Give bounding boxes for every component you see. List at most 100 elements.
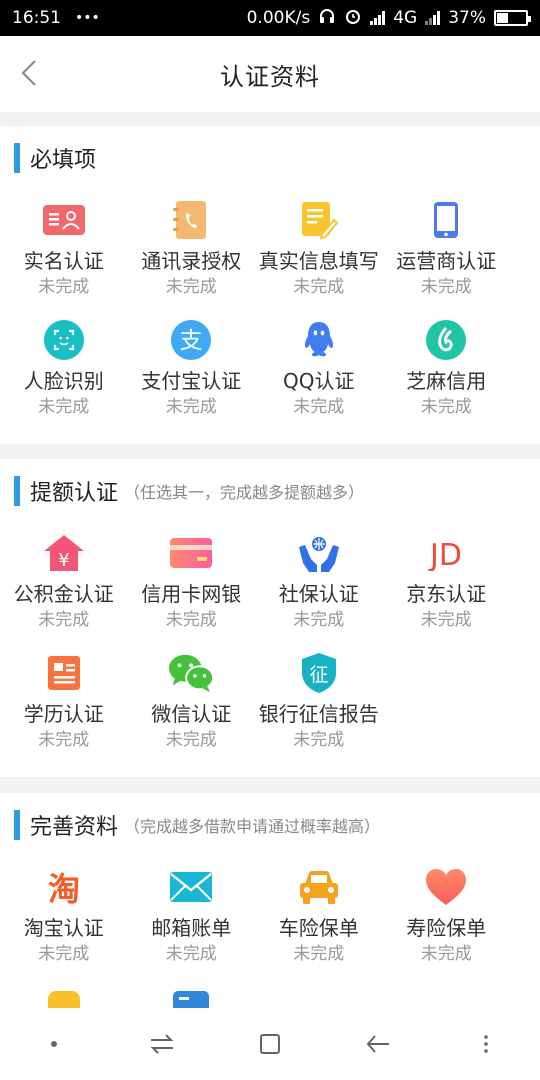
item-education[interactable]: 学历认证 未完成	[0, 643, 128, 763]
item-qq[interactable]: QQ认证 未完成	[255, 310, 383, 430]
item-partial-2[interactable]	[128, 977, 256, 1008]
square-icon	[260, 1034, 280, 1054]
chevron-left-icon	[21, 60, 36, 86]
switch-apps-button[interactable]	[132, 1014, 192, 1074]
item-status: 未完成	[38, 610, 90, 630]
section-accent-bar	[14, 810, 20, 840]
required-section: 必填项 实名认证 未完成 通讯录授权 未完成 真实信息填写 未完成 运营商认证 …	[0, 126, 540, 444]
svg-text:征: 征	[309, 664, 328, 686]
mobile-phone-icon	[422, 196, 470, 244]
nav-dot-button[interactable]	[24, 1014, 84, 1074]
network-speed: 0.00K/s	[246, 8, 311, 28]
item-status: 未完成	[38, 730, 90, 750]
item-label: 芝麻信用	[406, 369, 487, 393]
item-label: 银行征信报告	[258, 702, 379, 726]
svg-text:JD: JD	[428, 538, 462, 571]
item-status: 未完成	[165, 610, 217, 630]
battery-icon	[494, 10, 531, 26]
svg-text:支: 支	[180, 328, 203, 354]
item-taobao[interactable]: 淘 淘宝认证 未完成	[0, 857, 128, 977]
sesame-credit-icon	[422, 316, 470, 364]
edit-form-icon	[295, 196, 343, 244]
section-accent-bar	[14, 476, 20, 506]
headset-icon	[318, 7, 336, 30]
improve-section: 完善资料 （完成越多借款申请通过概率越高） 淘 淘宝认证 未完成 邮箱账单 未完…	[0, 793, 540, 1008]
section-subtitle: （完成越多借款申请通过概率越高）	[124, 817, 381, 836]
item-label: 人脸识别	[23, 369, 104, 393]
item-label: 淘宝认证	[23, 916, 104, 940]
item-status: 未完成	[420, 610, 472, 630]
item-life-insurance[interactable]: 寿险保单 未完成	[383, 857, 511, 977]
boost-section: 提额认证 （任选其一，完成越多提额越多） ¥ 公积金认证 未完成 信用卡网银 未…	[0, 459, 540, 777]
item-label: 支付宝认证	[141, 369, 242, 393]
item-status: 未完成	[420, 944, 472, 964]
item-status: 未完成	[293, 610, 345, 630]
item-partial-1[interactable]	[0, 977, 128, 1008]
item-face[interactable]: 人脸识别 未完成	[0, 310, 128, 430]
svg-text:¥: ¥	[58, 550, 69, 571]
item-jd[interactable]: JD 京东认证 未完成	[383, 523, 511, 643]
item-label: 学历认证	[23, 702, 104, 726]
dot-icon	[51, 1041, 57, 1047]
item-credit-card[interactable]: 信用卡网银 未完成	[128, 523, 256, 643]
signal-icon	[370, 11, 386, 25]
item-label: 微信认证	[151, 702, 232, 726]
item-status: 未完成	[293, 277, 345, 297]
back-arrow-icon	[366, 1035, 389, 1053]
item-label: QQ认证	[283, 369, 355, 393]
section-title: 提额认证	[30, 481, 119, 506]
item-housing-fund[interactable]: ¥ 公积金认证 未完成	[0, 523, 128, 643]
credit-report-shield-icon: 征	[295, 649, 343, 697]
menu-dots-icon	[484, 1035, 488, 1053]
menu-button[interactable]	[456, 1014, 516, 1074]
education-icon	[40, 649, 88, 697]
partial-yellow-icon	[40, 983, 88, 1008]
item-label: 车险保单	[278, 916, 359, 940]
taobao-icon: 淘	[40, 863, 88, 911]
item-contacts[interactable]: 通讯录授权 未完成	[128, 190, 256, 310]
item-label: 京东认证	[406, 582, 487, 606]
face-scan-icon	[40, 316, 88, 364]
system-nav-bar	[0, 1008, 540, 1080]
item-status: 未完成	[165, 397, 217, 417]
item-status: 未完成	[293, 944, 345, 964]
alarm-icon	[344, 7, 362, 30]
item-label: 社保认证	[278, 582, 359, 606]
item-social-security[interactable]: 社保认证 未完成	[255, 523, 383, 643]
item-credit-report[interactable]: 征 银行征信报告 未完成	[255, 643, 383, 763]
item-status: 未完成	[420, 397, 472, 417]
item-mail[interactable]: 邮箱账单 未完成	[128, 857, 256, 977]
item-real-info[interactable]: 真实信息填写 未完成	[255, 190, 383, 310]
item-label: 运营商认证	[396, 249, 497, 273]
item-label: 信用卡网银	[141, 582, 242, 606]
home-button[interactable]	[240, 1014, 300, 1074]
switch-arrows-icon	[150, 1034, 174, 1054]
mail-icon	[167, 863, 215, 911]
network-type: 4G	[393, 8, 418, 28]
housing-fund-icon: ¥	[40, 529, 88, 577]
item-status: 未完成	[38, 397, 90, 417]
item-real-name[interactable]: 实名认证 未完成	[0, 190, 128, 310]
battery-percent: 37%	[448, 8, 486, 28]
alipay-icon: 支	[167, 316, 215, 364]
item-wechat[interactable]: 微信认证 未完成	[128, 643, 256, 763]
item-car-insurance[interactable]: 车险保单 未完成	[255, 857, 383, 977]
nav-bar: 认证资料	[0, 36, 540, 112]
item-carrier[interactable]: 运营商认证 未完成	[383, 190, 511, 310]
heart-icon	[422, 863, 470, 911]
item-status: 未完成	[165, 944, 217, 964]
section-accent-bar	[14, 143, 20, 173]
system-back-button[interactable]	[348, 1014, 408, 1074]
id-card-icon	[40, 196, 88, 244]
item-label: 通讯录授权	[141, 249, 242, 273]
wechat-icon	[167, 649, 215, 697]
item-label: 邮箱账单	[151, 916, 232, 940]
back-button[interactable]	[14, 58, 44, 88]
item-label: 公积金认证	[13, 582, 114, 606]
jd-icon: JD	[422, 529, 470, 577]
status-time: 16:51	[12, 8, 61, 28]
item-status: 未完成	[38, 944, 90, 964]
item-status: 未完成	[420, 277, 472, 297]
item-sesame[interactable]: 芝麻信用 未完成	[383, 310, 511, 430]
item-alipay[interactable]: 支 支付宝认证 未完成	[128, 310, 256, 430]
